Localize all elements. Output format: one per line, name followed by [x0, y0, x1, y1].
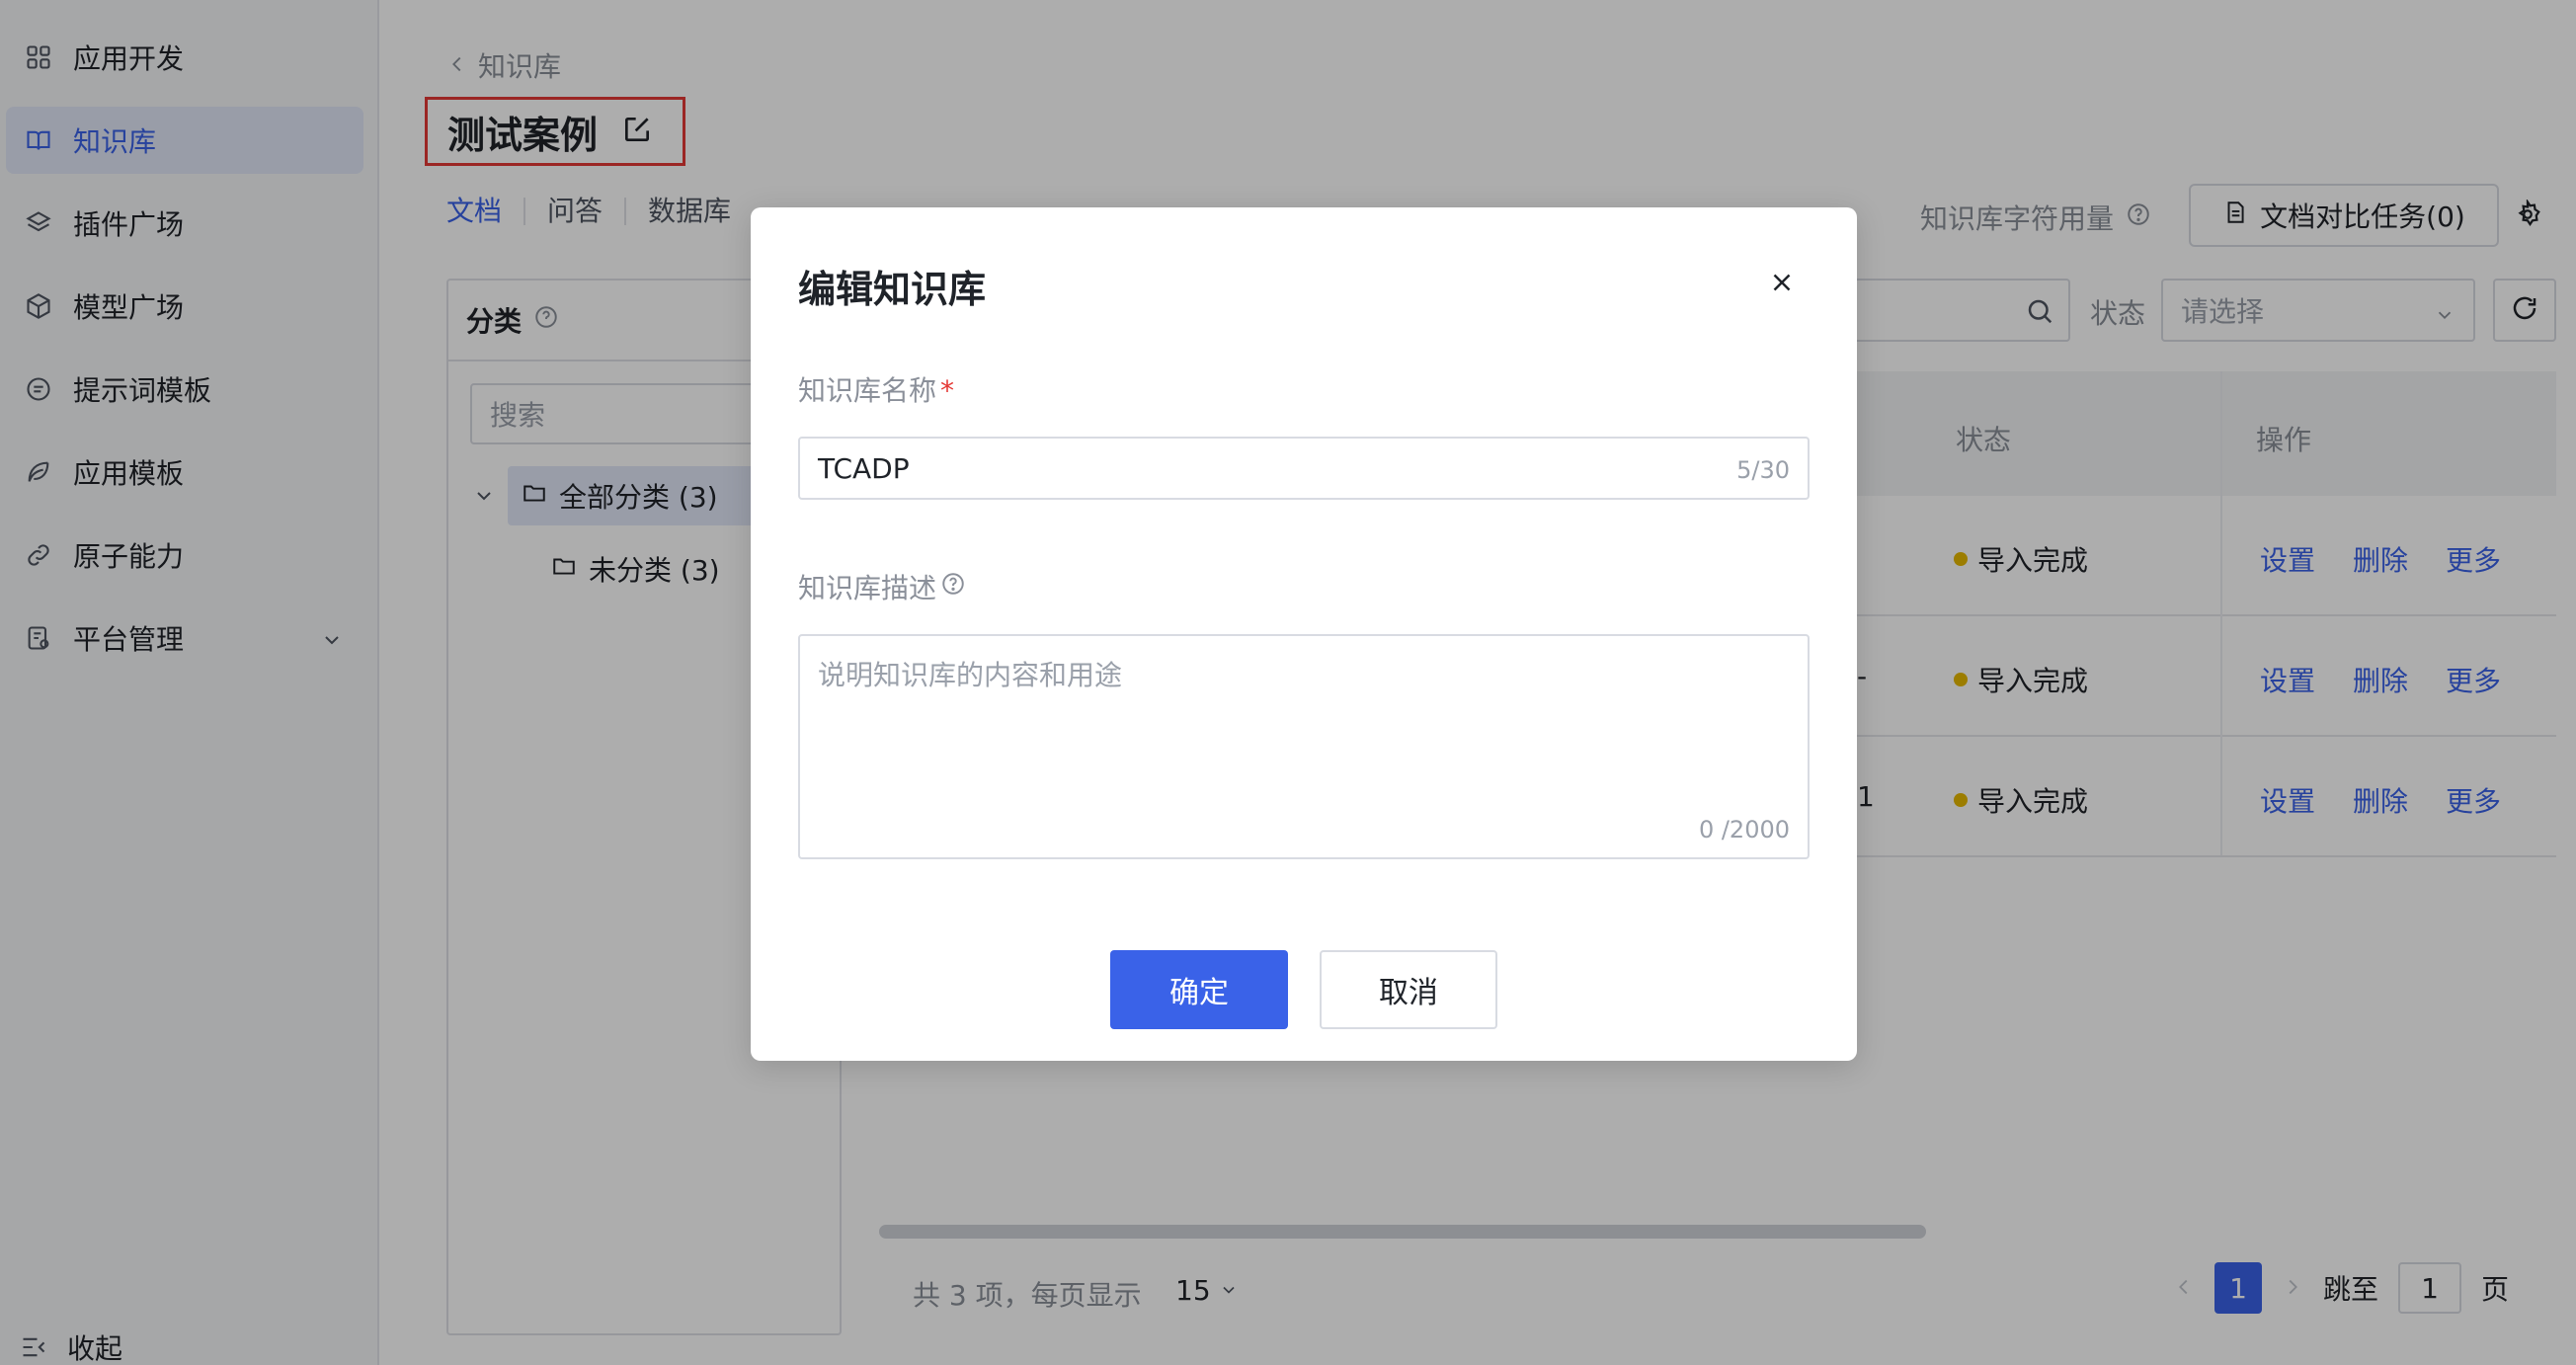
edit-knowledge-dialog: 编辑知识库 知识库名称 * TCADP 5/30 知识库描述 说明知识库的内容和用…	[751, 207, 1857, 1061]
name-input[interactable]: TCADP 5/30	[798, 437, 1810, 500]
confirm-button[interactable]: 确定	[1110, 950, 1288, 1029]
required-marker: *	[940, 374, 955, 407]
cancel-button[interactable]: 取消	[1320, 950, 1497, 1029]
name-label-text: 知识库名称	[798, 374, 937, 407]
desc-label-text: 知识库描述	[798, 572, 937, 604]
desc-field-label: 知识库描述	[798, 567, 966, 606]
name-input-value: TCADP	[818, 451, 910, 485]
desc-textarea[interactable]: 说明知识库的内容和用途 0 /2000	[798, 634, 1810, 859]
help-icon[interactable]	[940, 571, 966, 603]
name-field-label: 知识库名称 *	[798, 369, 954, 409]
desc-char-count: 0 /2000	[1698, 816, 1790, 843]
name-char-count: 5/30	[1736, 456, 1790, 484]
desc-placeholder: 说明知识库的内容和用途	[818, 659, 1123, 691]
close-icon[interactable]	[1762, 263, 1802, 302]
dialog-title: 编辑知识库	[798, 268, 987, 311]
